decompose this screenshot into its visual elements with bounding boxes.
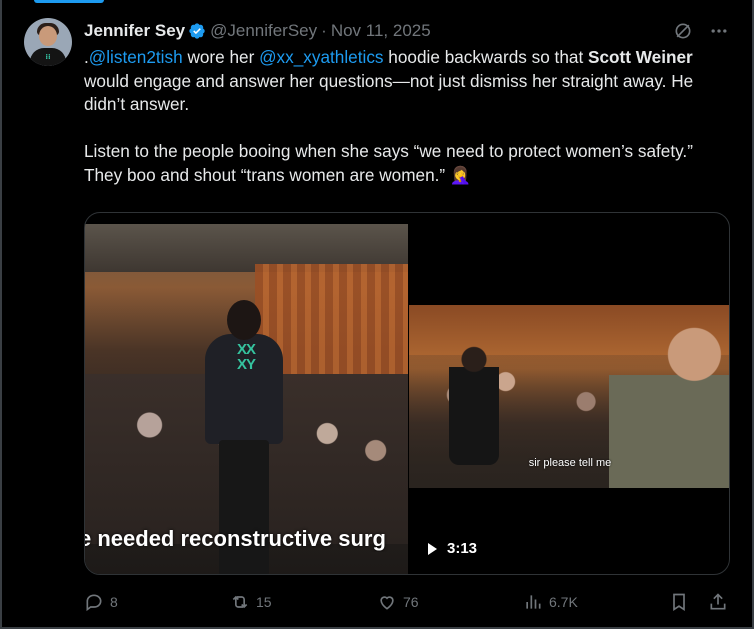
more-icon[interactable] [708, 20, 730, 42]
repost-icon [232, 595, 248, 609]
bookmark-button[interactable] [669, 592, 689, 612]
repost-button[interactable]: 15 [230, 592, 272, 612]
author-name[interactable]: Jennifer Sey [84, 21, 185, 41]
share-button[interactable] [708, 592, 728, 612]
like-button[interactable]: 76 [377, 592, 419, 612]
video-duration[interactable]: 3:13 [428, 540, 477, 557]
views-count: 6.7K [549, 594, 578, 610]
video-left-frame: XX XY e needed reconstructive surg [84, 224, 408, 574]
play-icon[interactable] [428, 542, 437, 555]
mention-link[interactable]: @xx_xyathletics [259, 47, 383, 67]
video-player[interactable]: XX XY e needed reconstructive surg sir p… [84, 212, 730, 575]
tweet-paragraph-2: Listen to the people booing when she say… [84, 141, 693, 185]
person-legs [219, 440, 269, 574]
avatar-logo: ⁝⁝ [45, 54, 51, 61]
bold-name: Scott Weiner [588, 47, 693, 67]
share-icon [710, 593, 726, 610]
verified-badge-icon [189, 23, 205, 39]
tweet-header: Jennifer Sey @JenniferSey · Nov 11, 2025 [84, 20, 431, 42]
grok-icon[interactable] [672, 20, 694, 42]
text-segment: hoodie backwards so that [383, 47, 588, 67]
mention-link[interactable]: @listen2tish [89, 47, 183, 67]
views-button[interactable]: 6.7K [523, 592, 578, 612]
seated-woman [449, 345, 499, 465]
duration-label: 3:13 [447, 540, 478, 557]
reply-icon [86, 594, 102, 612]
active-indicator [34, 0, 104, 3]
text-segment: would engage and answer her questions—no… [84, 70, 694, 115]
repost-count: 15 [256, 594, 272, 610]
video-caption-right: sir please tell me [528, 457, 612, 469]
tweet-date[interactable]: Nov 11, 2025 [331, 21, 431, 41]
author-handle[interactable]: @JenniferSey [210, 21, 317, 41]
like-count: 76 [403, 594, 419, 610]
reply-count: 8 [110, 594, 118, 610]
tweet-body: .@listen2tish wore her @xx_xyathletics h… [84, 46, 724, 211]
hoodie-logo: XX XY [236, 341, 256, 373]
person-head [227, 300, 261, 340]
tweet-top-actions [672, 20, 730, 42]
avatar[interactable]: ⁝⁝ [24, 18, 72, 66]
video-caption-left: e needed reconstructive surg [84, 526, 386, 551]
tweet-paragraph-1: .@listen2tish wore her @xx_xyathletics h… [84, 46, 724, 117]
tweet-actions: 8 15 76 6.7K [84, 592, 730, 618]
bookmark-icon [673, 593, 685, 612]
separator-dot: · [321, 21, 327, 40]
reply-button[interactable]: 8 [84, 592, 118, 612]
text-segment: wore her [182, 47, 260, 67]
heart-icon [380, 596, 394, 610]
avatar-face [39, 26, 57, 46]
views-icon [526, 595, 541, 609]
